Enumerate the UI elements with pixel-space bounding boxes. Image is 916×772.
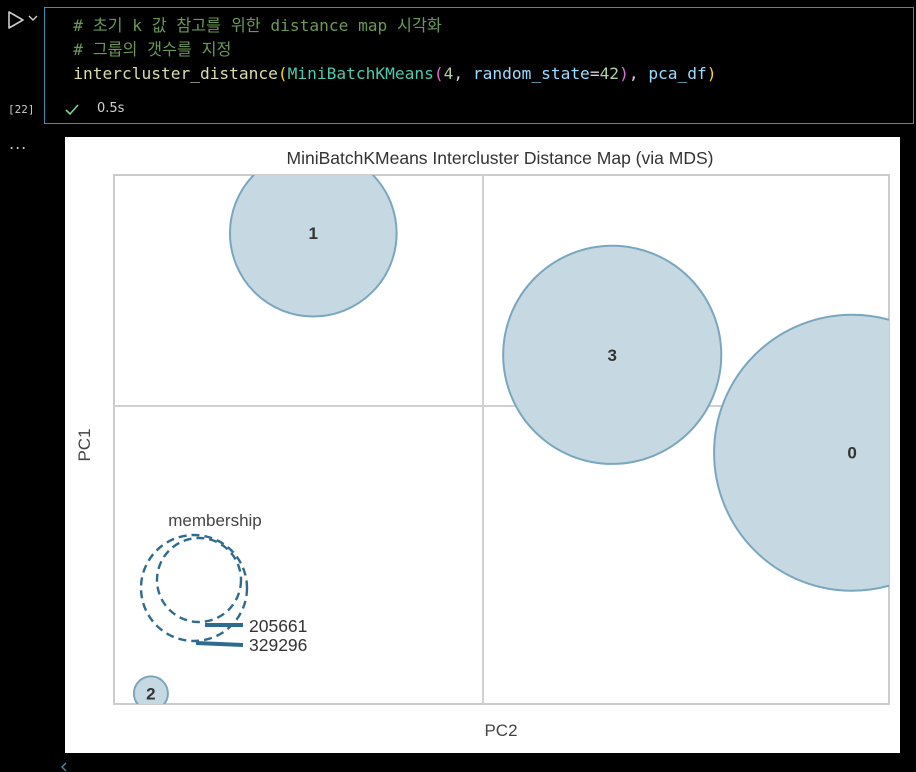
scroll-left-icon[interactable] [60,762,68,772]
code-comment-line: # 초기 k 값 참고를 위한 distance map 시각화 [73,16,442,35]
code-editor[interactable]: # 초기 k 값 참고를 위한 distance map 시각화 # 그룹의 갯… [44,14,716,86]
code-comment-line: # 그룹의 갯수를 지정 [73,40,232,59]
cluster-label: 1 [309,224,318,243]
code-parameter: random_state [472,64,590,83]
cluster-label: 0 [847,444,856,463]
execution-count: [22] [8,103,35,116]
legend-value: 329296 [249,635,307,655]
check-icon [65,104,79,116]
legend-leader-large [195,641,244,647]
chevron-down-icon[interactable] [27,13,39,23]
x-axis-label: PC2 [484,721,517,740]
run-cell-icon[interactable] [6,10,26,30]
code-variable: pca_df [648,64,707,83]
code-class-name: MiniBatchKMeans [287,64,434,83]
cluster-label: 3 [607,346,616,365]
plot-output: MiniBatchKMeans Intercluster Distance Ma… [65,137,900,753]
intercluster-distance-chart: MiniBatchKMeans Intercluster Distance Ma… [75,148,890,740]
code-function-name: intercluster_distance [73,64,278,83]
execution-time: 0.5s [97,101,125,116]
cluster-label: 2 [146,684,155,703]
legend-title: membership [168,511,262,530]
output-more-icon[interactable]: ... [9,136,27,152]
chart-title: MiniBatchKMeans Intercluster Distance Ma… [287,148,714,168]
code-number: 42 [599,64,620,83]
code-number: 4 [443,64,454,83]
y-axis-label: PC1 [75,428,94,461]
legend-value: 205661 [249,616,307,636]
